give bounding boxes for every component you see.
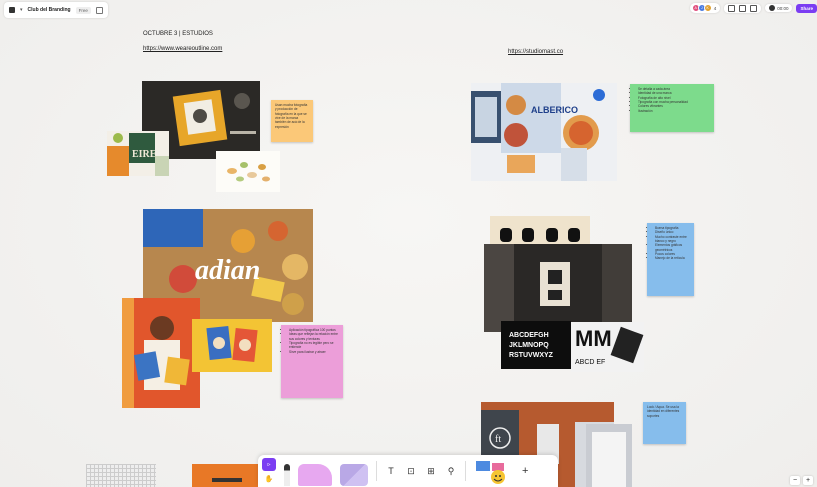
- moodboard-image[interactable]: ALBERICO: [471, 83, 617, 181]
- sticky-note[interactable]: Se detalla a cada área Identidad de una …: [630, 84, 714, 132]
- section-title: OCTUBRE 3 | ESTUDIOS: [143, 31, 213, 37]
- more-tools-button[interactable]: +: [522, 465, 528, 477]
- sticky-note-text: Usan mucha fotografía y producción de fo…: [275, 103, 308, 129]
- comment-icon[interactable]: [750, 4, 758, 12]
- svg-text:EIRE: EIRE: [132, 149, 157, 160]
- photo-collage: EIRE: [107, 131, 169, 176]
- sticky-note-item: Tipografía no es legible pero se entiend…: [289, 341, 339, 350]
- creation-toolbar: ▹ ✋ T ⊡ ⊞ ⚲ +: [258, 455, 558, 487]
- board-settings-icon[interactable]: [95, 6, 103, 14]
- moodboard-image[interactable]: MM ABCD EF: [571, 322, 644, 372]
- text-tool-icon[interactable]: T: [385, 466, 397, 476]
- stickers-panel[interactable]: [474, 457, 514, 485]
- svg-text:ABCDEFGH: ABCDEFGH: [509, 332, 549, 339]
- svg-text:ALBERICO: ALBERICO: [531, 105, 578, 115]
- moodboard-image[interactable]: [192, 464, 260, 487]
- moodboard-image[interactable]: [216, 151, 280, 192]
- photo-person-orange: [122, 298, 200, 408]
- sticky-note-item: Sirve para ilustrar y atraer: [289, 350, 339, 354]
- selection-tools: ▹ ✋: [262, 457, 276, 485]
- zoom-out-button[interactable]: −: [790, 476, 800, 485]
- timer-value: 00:00: [777, 5, 789, 11]
- sticky-note-item: Ideas que reflejan la relación entre sus…: [289, 332, 339, 341]
- label-bar: [212, 478, 242, 482]
- avatar[interactable]: K: [703, 4, 712, 12]
- moodboard-image[interactable]: [122, 298, 200, 408]
- sticky-note-list: Aplicación tipográfica 100 puntos Ideas …: [285, 328, 339, 354]
- board-title[interactable]: Club del Branding: [28, 7, 71, 13]
- section-tool-icon[interactable]: ⊡: [405, 466, 417, 477]
- svg-text:MM: MM: [575, 326, 612, 351]
- board-header: ▾ Club del Branding Free: [4, 2, 108, 18]
- sticky-note-item: Ilustración: [638, 109, 710, 113]
- photo-type-specimen: MM ABCD EF: [571, 322, 644, 372]
- sticky-note-item: Manejo de la retícula: [655, 256, 690, 260]
- present-icon[interactable]: [739, 4, 747, 12]
- sticky-note-text: Look / Aqua. Se usa la identidad en dife…: [647, 405, 680, 418]
- photo-products-yellow: [192, 319, 272, 372]
- svg-text:JKLMNOPQ: JKLMNOPQ: [509, 342, 549, 349]
- app-logo-icon[interactable]: [9, 7, 15, 13]
- photo-alberico-branding: ALBERICO: [471, 83, 617, 181]
- divider: [376, 461, 377, 481]
- table-tool-icon[interactable]: ⊞: [425, 466, 437, 477]
- reference-link[interactable]: https://studiomast.co: [508, 49, 563, 55]
- photo-white-bag: [586, 424, 632, 487]
- moodboard-image[interactable]: [484, 244, 632, 332]
- collaborators[interactable]: A J K 4: [689, 3, 721, 13]
- sticky-note-item: Mucho contraste entre blanco y negro: [655, 235, 690, 244]
- cursor-icon[interactable]: [728, 4, 736, 12]
- reference-link[interactable]: https://www.weareoutline.com: [143, 46, 222, 52]
- photo-black-fabric: [484, 244, 632, 332]
- moodboard-image[interactable]: EIRE: [107, 131, 169, 176]
- grid-frame[interactable]: [86, 464, 156, 487]
- svg-text:adian: adian: [195, 255, 260, 286]
- sticky-note-tool-icon[interactable]: [298, 464, 332, 486]
- zoom-in-button[interactable]: +: [803, 476, 813, 485]
- share-button[interactable]: Share: [796, 3, 817, 13]
- pen-tool-icon[interactable]: [284, 464, 290, 486]
- sticky-note-list: Buena tipografía Diseño único Mucho cont…: [651, 226, 690, 261]
- plan-badge[interactable]: Free: [75, 6, 91, 14]
- moodboard-image[interactable]: [192, 319, 272, 372]
- hand-icon[interactable]: ✋: [262, 473, 276, 484]
- sticky-note-list: Se detalla a cada área Identidad de una …: [634, 87, 710, 113]
- sticky-note-item: Elementos gráficos geométricos: [655, 243, 690, 252]
- sticky-note[interactable]: Aplicación tipográfica 100 puntos Ideas …: [281, 325, 343, 398]
- svg-text:RSTUVWXYZ: RSTUVWXYZ: [509, 352, 554, 359]
- timer[interactable]: 00:00: [765, 4, 793, 12]
- select-cursor-icon[interactable]: ▹: [262, 458, 276, 471]
- timer-icon: [769, 5, 776, 11]
- svg-text:ABCD EF: ABCD EF: [575, 359, 605, 366]
- zoom-controls: − +: [790, 476, 813, 485]
- emoji-sticker-icon: [476, 461, 505, 484]
- moodboard-image[interactable]: [586, 424, 632, 487]
- collaborator-count: 4: [713, 5, 717, 11]
- stamp-tool-icon[interactable]: ⚲: [445, 466, 457, 477]
- sticky-note[interactable]: Buena tipografía Diseño único Mucho cont…: [647, 223, 694, 296]
- chevron-down-icon[interactable]: ▾: [20, 7, 23, 13]
- shapes-tool-icon[interactable]: [340, 464, 368, 486]
- photo-sweets: [216, 151, 280, 192]
- svg-text:ft: ft: [495, 434, 501, 445]
- sticky-note[interactable]: Look / Aqua. Se usa la identidad en dife…: [643, 402, 686, 444]
- photo-alphabet: ABCDEFGH JKLMNOPQ RSTUVWXYZ: [501, 321, 571, 369]
- sticky-note[interactable]: Usan mucha fotografía y producción de fo…: [271, 100, 313, 142]
- divider: [465, 461, 466, 481]
- moodboard-image[interactable]: ABCDEFGH JKLMNOPQ RSTUVWXYZ: [501, 321, 571, 369]
- whiteboard-canvas[interactable]: ▾ Club del Branding Free A J K 4 00:00 S…: [0, 0, 817, 487]
- top-tools: [724, 3, 762, 13]
- top-right-bar: A J K 4 00:00 Share: [689, 1, 817, 15]
